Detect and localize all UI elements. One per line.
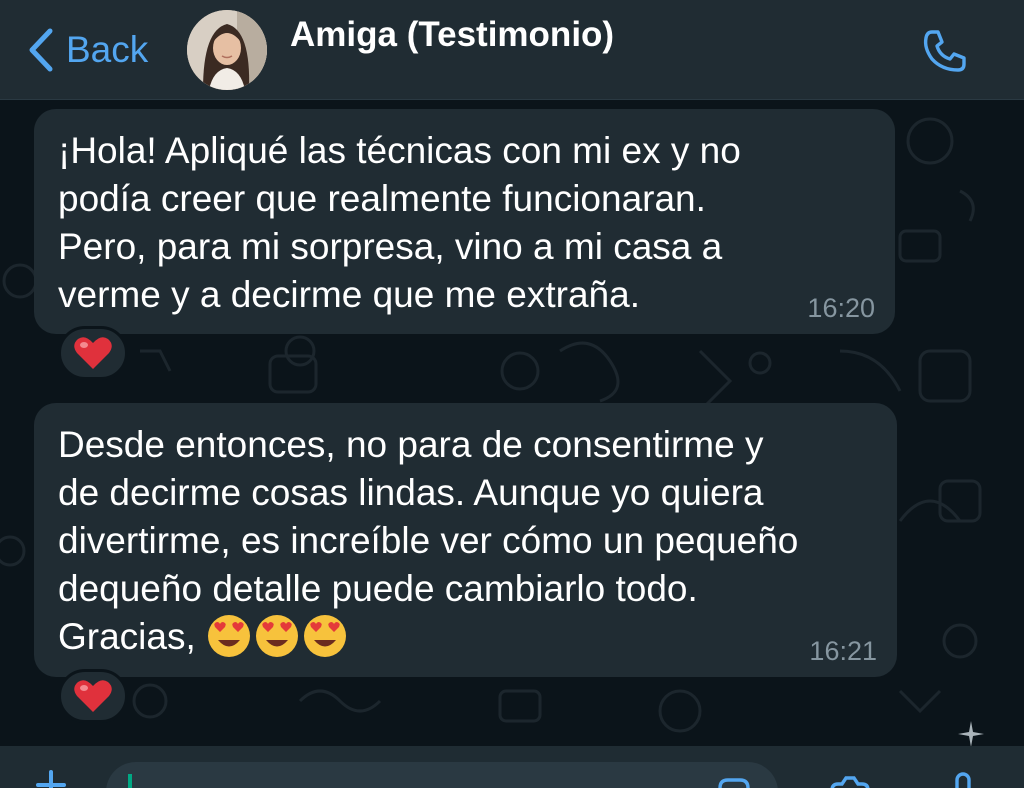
back-label: Back	[66, 29, 149, 70]
chat-area: ¡Hola! Apliqué las técnicas con mi ex y …	[0, 101, 1024, 746]
chat-header: Back Amiga (Testimonio)	[0, 0, 1024, 100]
heart-eyes-emoji-icon	[304, 615, 347, 657]
call-button[interactable]	[918, 26, 970, 78]
camera-icon[interactable]	[828, 774, 872, 788]
message-input[interactable]	[106, 762, 778, 788]
message-text: Desde entonces, no para de consentirme y…	[58, 421, 873, 661]
message-composer	[0, 746, 1024, 788]
heart-eyes-emoji-icon	[256, 615, 299, 657]
reaction-badge[interactable]	[58, 326, 128, 380]
sparkle-icon	[958, 721, 984, 746]
message-text: ¡Hola! Apliqué las técnicas con mi ex y …	[58, 130, 741, 315]
reaction-badge[interactable]	[58, 669, 128, 723]
heart-icon	[74, 680, 112, 712]
plus-icon[interactable]	[34, 768, 68, 788]
heart-icon	[74, 337, 112, 369]
contact-name[interactable]: Amiga (Testimonio)	[290, 14, 614, 56]
text-cursor	[128, 774, 132, 788]
profile-photo	[187, 10, 267, 90]
sticker-icon[interactable]	[714, 776, 754, 788]
message-timestamp: 16:21	[809, 636, 877, 666]
chevron-left-icon	[29, 28, 53, 72]
phone-icon	[923, 30, 966, 72]
message-timestamp: 16:20	[807, 293, 875, 323]
message-bubble[interactable]: Desde entonces, no para de consentirme y…	[34, 403, 897, 677]
back-button[interactable]: Back	[24, 26, 148, 74]
heart-eyes-emoji-icon	[208, 615, 251, 657]
avatar[interactable]	[187, 10, 267, 90]
microphone-icon[interactable]	[948, 772, 978, 788]
message-bubble[interactable]: ¡Hola! Apliqué las técnicas con mi ex y …	[34, 109, 895, 334]
message-text-body: Desde entonces, no para de consentirme y…	[58, 424, 799, 657]
